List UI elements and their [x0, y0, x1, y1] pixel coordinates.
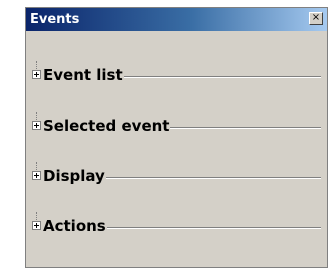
section-display[interactable]: Display	[32, 162, 321, 187]
close-icon: ×	[311, 12, 321, 23]
events-window: Events × Event list Selected event Displ…	[25, 7, 328, 268]
expand-icon[interactable]	[32, 221, 41, 230]
expand-icon[interactable]	[32, 121, 41, 130]
expand-icon[interactable]	[32, 171, 41, 180]
tree-line	[36, 61, 38, 69]
tree-line	[36, 162, 38, 170]
section-label[interactable]: Event list	[43, 66, 124, 84]
tree-line	[36, 212, 38, 220]
section-label[interactable]: Selected event	[43, 117, 171, 135]
section-actions[interactable]: Actions	[32, 212, 321, 237]
section-selected-event[interactable]: Selected event	[32, 112, 321, 137]
tree-line	[36, 112, 38, 120]
close-button[interactable]: ×	[309, 12, 323, 25]
window-title: Events	[30, 12, 80, 27]
section-event-list[interactable]: Event list	[32, 61, 321, 86]
section-label[interactable]: Display	[43, 167, 106, 185]
title-bar[interactable]: Events ×	[26, 8, 327, 31]
expand-icon[interactable]	[32, 70, 41, 79]
section-label[interactable]: Actions	[43, 217, 107, 235]
